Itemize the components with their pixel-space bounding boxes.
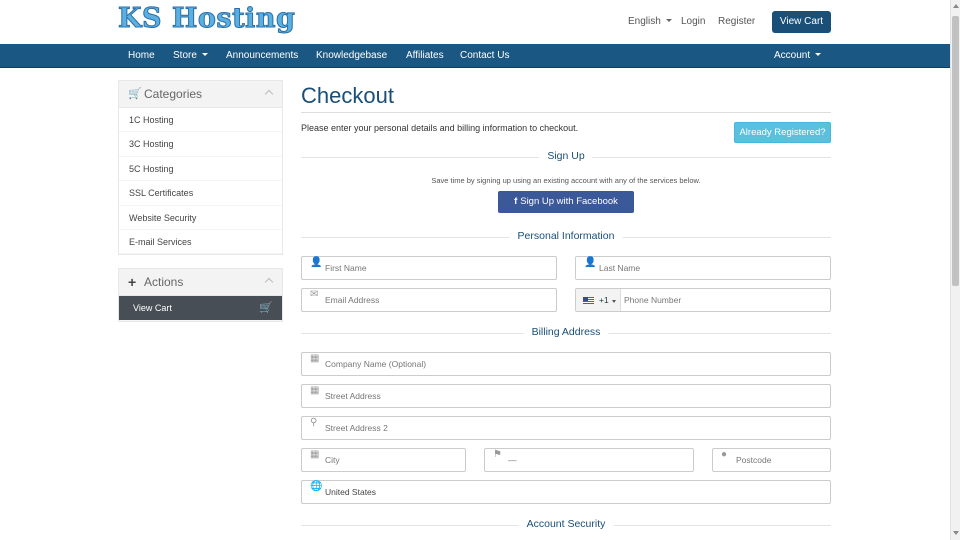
chevron-down-icon bbox=[815, 53, 822, 56]
country-select[interactable]: 🌐 United States bbox=[301, 480, 831, 504]
country-code: +1 bbox=[599, 295, 609, 305]
street-address-2-placeholder: Street Address 2 bbox=[325, 423, 388, 433]
categories-title: Categories bbox=[144, 87, 203, 101]
phone-placeholder: Phone Number bbox=[624, 295, 682, 305]
postcode-placeholder: Postcode bbox=[736, 455, 772, 465]
postcode-field[interactable]: ● Postcode bbox=[712, 448, 831, 472]
category-item[interactable]: 1C Hosting bbox=[119, 108, 282, 133]
chevron-down-icon bbox=[665, 19, 672, 22]
checkout-intro: Please enter your personal details and b… bbox=[301, 123, 579, 133]
chevron-down-icon bbox=[612, 300, 616, 303]
title-divider bbox=[301, 112, 831, 113]
actions-title: Actions bbox=[144, 275, 184, 290]
company-placeholder: Company Name (Optional) bbox=[325, 359, 427, 369]
first-name-placeholder: First Name bbox=[325, 263, 367, 273]
main-nav: Home Store Announcements Knowledgebase A… bbox=[0, 44, 950, 68]
categories-header[interactable]: 🛒 Categories bbox=[119, 81, 282, 108]
scroll-up-icon[interactable] bbox=[953, 4, 959, 8]
sidebar: 🛒 Categories 1C Hosting 3C Hosting 5C Ho… bbox=[118, 80, 283, 322]
sidebar-view-cart[interactable]: View Cart 🛒 bbox=[119, 296, 282, 321]
company-field[interactable]: ▦ Company Name (Optional) bbox=[301, 352, 831, 376]
city-field[interactable]: ▦ City bbox=[301, 448, 466, 472]
country-code-selector[interactable]: +1 bbox=[576, 289, 621, 311]
chevron-up-icon[interactable] bbox=[264, 89, 274, 99]
facebook-icon: f bbox=[514, 196, 518, 207]
first-name-field[interactable]: 👤 First Name bbox=[301, 256, 557, 280]
page-title: Checkout bbox=[301, 83, 394, 108]
phone-field[interactable]: +1 Phone Number bbox=[575, 288, 831, 312]
last-name-placeholder: Last Name bbox=[599, 263, 641, 273]
section-signup: Sign Up bbox=[301, 150, 831, 164]
section-personal: Personal Information bbox=[301, 230, 831, 244]
country-value: United States bbox=[325, 487, 377, 497]
street-address-placeholder: Street Address bbox=[325, 391, 381, 401]
top-header: KS Hosting English Login Register View C… bbox=[0, 0, 950, 44]
email-placeholder: Email Address bbox=[325, 295, 380, 305]
register-link[interactable]: Register bbox=[718, 16, 755, 27]
user-icon: 👤 bbox=[584, 257, 597, 268]
scroll-down-icon[interactable] bbox=[953, 531, 959, 535]
nav-account-label: Account bbox=[774, 50, 811, 61]
shopping-cart-icon: 🛒 bbox=[128, 88, 142, 100]
facebook-signup-label: Sign Up with Facebook bbox=[520, 196, 618, 207]
city-placeholder: City bbox=[325, 455, 340, 465]
language-label: English bbox=[628, 16, 661, 27]
actions-panel: + Actions View Cart 🛒 bbox=[118, 268, 283, 322]
checkout-form: Checkout Please enter your personal deta… bbox=[301, 80, 831, 530]
section-security: Account Security bbox=[301, 518, 831, 532]
sidebar-view-cart-label: View Cart bbox=[133, 303, 172, 314]
map-marker-icon: ⚲ bbox=[310, 417, 318, 428]
certificate-icon: ● bbox=[721, 449, 728, 460]
nav-knowledgebase[interactable]: Knowledgebase bbox=[316, 50, 387, 61]
building-icon: ▦ bbox=[310, 449, 320, 460]
section-heading: Sign Up bbox=[539, 150, 593, 162]
building-icon: ▦ bbox=[310, 385, 320, 396]
category-item[interactable]: 5C Hosting bbox=[119, 157, 282, 182]
page-scrollbar[interactable] bbox=[950, 0, 960, 540]
category-item[interactable]: Website Security bbox=[119, 206, 282, 230]
already-registered-button[interactable]: Already Registered? bbox=[734, 122, 831, 143]
nav-affiliates[interactable]: Affiliates bbox=[406, 50, 444, 61]
last-name-field[interactable]: 👤 Last Name bbox=[575, 256, 831, 280]
us-flag-icon bbox=[583, 297, 594, 304]
site-logo[interactable]: KS Hosting bbox=[117, 3, 295, 35]
nav-contact[interactable]: Contact Us bbox=[460, 50, 509, 61]
street-address-field[interactable]: ▦ Street Address bbox=[301, 384, 831, 408]
section-heading: Personal Information bbox=[509, 230, 623, 242]
category-item[interactable]: 3C Hosting bbox=[119, 132, 282, 157]
section-heading: Account Security bbox=[518, 518, 614, 530]
facebook-signup-button[interactable]: f Sign Up with Facebook bbox=[498, 191, 634, 213]
state-value: — bbox=[508, 455, 517, 465]
envelope-icon: ✉ bbox=[310, 289, 319, 300]
user-icon: 👤 bbox=[310, 257, 323, 268]
chevron-down-icon bbox=[201, 53, 208, 56]
signup-note: Save time by signing up using an existin… bbox=[431, 176, 701, 185]
chevron-up-icon[interactable] bbox=[264, 278, 274, 287]
building-icon: ▦ bbox=[310, 353, 320, 364]
category-item[interactable]: SSL Certificates bbox=[119, 181, 282, 206]
actions-header[interactable]: + Actions bbox=[119, 269, 282, 297]
globe-icon: 🌐 bbox=[310, 481, 323, 492]
signpost-icon: ⚑ bbox=[493, 449, 502, 460]
language-selector[interactable]: English bbox=[628, 16, 672, 27]
categories-panel: 🛒 Categories 1C Hosting 3C Hosting 5C Ho… bbox=[118, 80, 283, 256]
section-heading: Billing Address bbox=[523, 326, 609, 338]
email-field[interactable]: ✉ Email Address bbox=[301, 288, 557, 312]
section-billing: Billing Address bbox=[301, 326, 831, 340]
plus-icon: + bbox=[128, 274, 137, 291]
nav-announcements[interactable]: Announcements bbox=[226, 50, 298, 61]
category-item[interactable]: E-mail Services bbox=[119, 230, 282, 255]
view-cart-button[interactable]: View Cart bbox=[772, 11, 831, 33]
state-select[interactable]: ⚑ — bbox=[484, 448, 694, 472]
shopping-cart-icon: 🛒 bbox=[259, 302, 273, 315]
street-address-2-field[interactable]: ⚲ Street Address 2 bbox=[301, 416, 831, 440]
nav-account[interactable]: Account bbox=[774, 50, 822, 61]
login-link[interactable]: Login bbox=[681, 16, 705, 27]
nav-store-label: Store bbox=[173, 50, 197, 61]
nav-store[interactable]: Store bbox=[173, 50, 208, 61]
nav-home[interactable]: Home bbox=[128, 50, 155, 61]
scroll-thumb[interactable] bbox=[952, 16, 959, 286]
